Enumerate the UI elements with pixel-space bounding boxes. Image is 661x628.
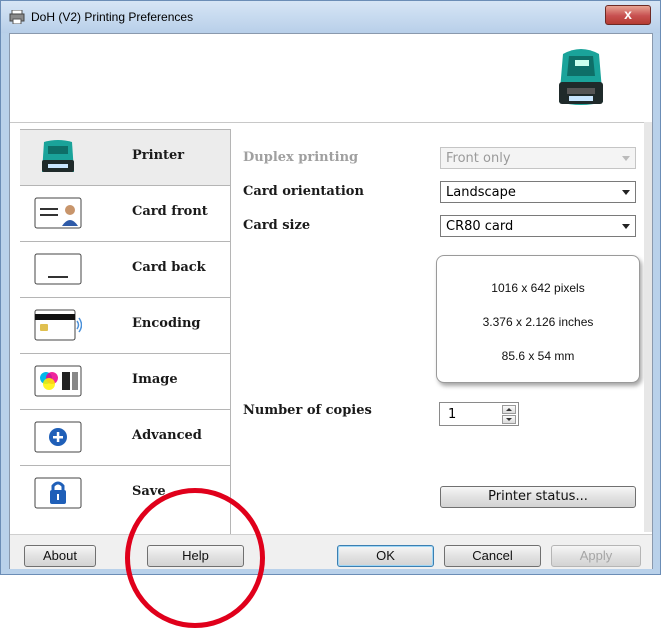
sidebar-item-label: Save bbox=[132, 484, 166, 499]
stepper-up-button[interactable] bbox=[502, 405, 516, 414]
card-front-icon bbox=[34, 197, 82, 229]
header-banner bbox=[10, 34, 652, 123]
sidebar-item-printer[interactable]: Printer bbox=[20, 129, 230, 185]
chevron-down-icon bbox=[622, 190, 630, 195]
card-orientation-label: Card orientation bbox=[243, 184, 364, 199]
number-of-copies-label: Number of copies bbox=[243, 403, 372, 418]
card-mm: 85.6 x 54 mm bbox=[501, 349, 575, 363]
stepper-down-button[interactable] bbox=[502, 415, 516, 424]
close-icon: x bbox=[624, 6, 632, 22]
sidebar-item-save[interactable]: Save bbox=[20, 465, 230, 521]
sidebar-item-card-back[interactable]: Card back bbox=[20, 241, 230, 297]
printer-status-button[interactable]: Printer status... bbox=[440, 486, 636, 508]
card-size-value: CR80 card bbox=[446, 219, 514, 234]
dialog-client: Printer Card front Card back Encoding Im… bbox=[9, 33, 653, 569]
help-button[interactable]: Help bbox=[147, 545, 244, 567]
sidebar-item-encoding[interactable]: Encoding bbox=[20, 297, 230, 353]
sidebar-item-label: Encoding bbox=[132, 316, 201, 331]
sidebar-item-card-front[interactable]: Card front bbox=[20, 185, 230, 241]
copies-value: 1 bbox=[448, 407, 457, 422]
duplex-printing-label: Duplex printing bbox=[243, 150, 359, 165]
chevron-down-icon bbox=[622, 224, 630, 229]
dialog-footer: About Help OK Cancel Apply bbox=[10, 534, 652, 569]
apply-button[interactable]: Apply bbox=[551, 545, 641, 567]
advanced-icon bbox=[34, 421, 82, 453]
chevron-down-icon bbox=[622, 156, 630, 161]
card-inches: 3.376 x 2.126 inches bbox=[482, 315, 594, 329]
card-size-select[interactable]: CR80 card bbox=[440, 215, 636, 237]
card-size-label: Card size bbox=[243, 218, 311, 233]
card-orientation-value: Landscape bbox=[446, 185, 516, 200]
card-pixels: 1016 x 642 pixels bbox=[491, 281, 585, 295]
card-orientation-select[interactable]: Landscape bbox=[440, 181, 636, 203]
sidebar-item-label: Card front bbox=[132, 204, 208, 219]
card-back-icon bbox=[34, 253, 82, 285]
chevron-down-icon bbox=[506, 418, 512, 421]
printer-icon bbox=[9, 10, 25, 24]
sidebar: Printer Card front Card back Encoding Im… bbox=[20, 129, 231, 565]
card-dimensions-preview: 1016 x 642 pixels 3.376 x 2.126 inches 8… bbox=[436, 255, 640, 383]
copies-stepper[interactable]: 1 bbox=[439, 402, 519, 426]
printer-icon bbox=[42, 140, 74, 172]
window-title: DoH (V2) Printing Preferences bbox=[31, 10, 194, 24]
image-icon bbox=[34, 365, 82, 397]
duplex-printing-select[interactable]: Front only bbox=[440, 147, 636, 169]
close-button[interactable]: x bbox=[605, 5, 651, 25]
title-bar[interactable]: DoH (V2) Printing Preferences x bbox=[1, 1, 660, 33]
sidebar-item-advanced[interactable]: Advanced bbox=[20, 409, 230, 465]
scrollbar[interactable] bbox=[644, 122, 652, 532]
about-button[interactable]: About bbox=[24, 545, 96, 567]
sidebar-item-label: Card back bbox=[132, 260, 206, 275]
chevron-up-icon bbox=[506, 408, 512, 411]
cancel-button[interactable]: Cancel bbox=[444, 545, 541, 567]
ok-button[interactable]: OK bbox=[337, 545, 434, 567]
sidebar-item-label: Printer bbox=[132, 148, 185, 163]
lock-icon bbox=[34, 477, 82, 509]
printing-preferences-window: DoH (V2) Printing Preferences x Printer … bbox=[0, 0, 661, 628]
duplex-printing-value: Front only bbox=[446, 151, 511, 166]
sidebar-item-label: Image bbox=[132, 372, 178, 387]
sidebar-item-image[interactable]: Image bbox=[20, 353, 230, 409]
card-printer-icon bbox=[559, 49, 603, 105]
encoding-icon bbox=[34, 309, 82, 341]
sidebar-item-label: Advanced bbox=[132, 428, 202, 443]
